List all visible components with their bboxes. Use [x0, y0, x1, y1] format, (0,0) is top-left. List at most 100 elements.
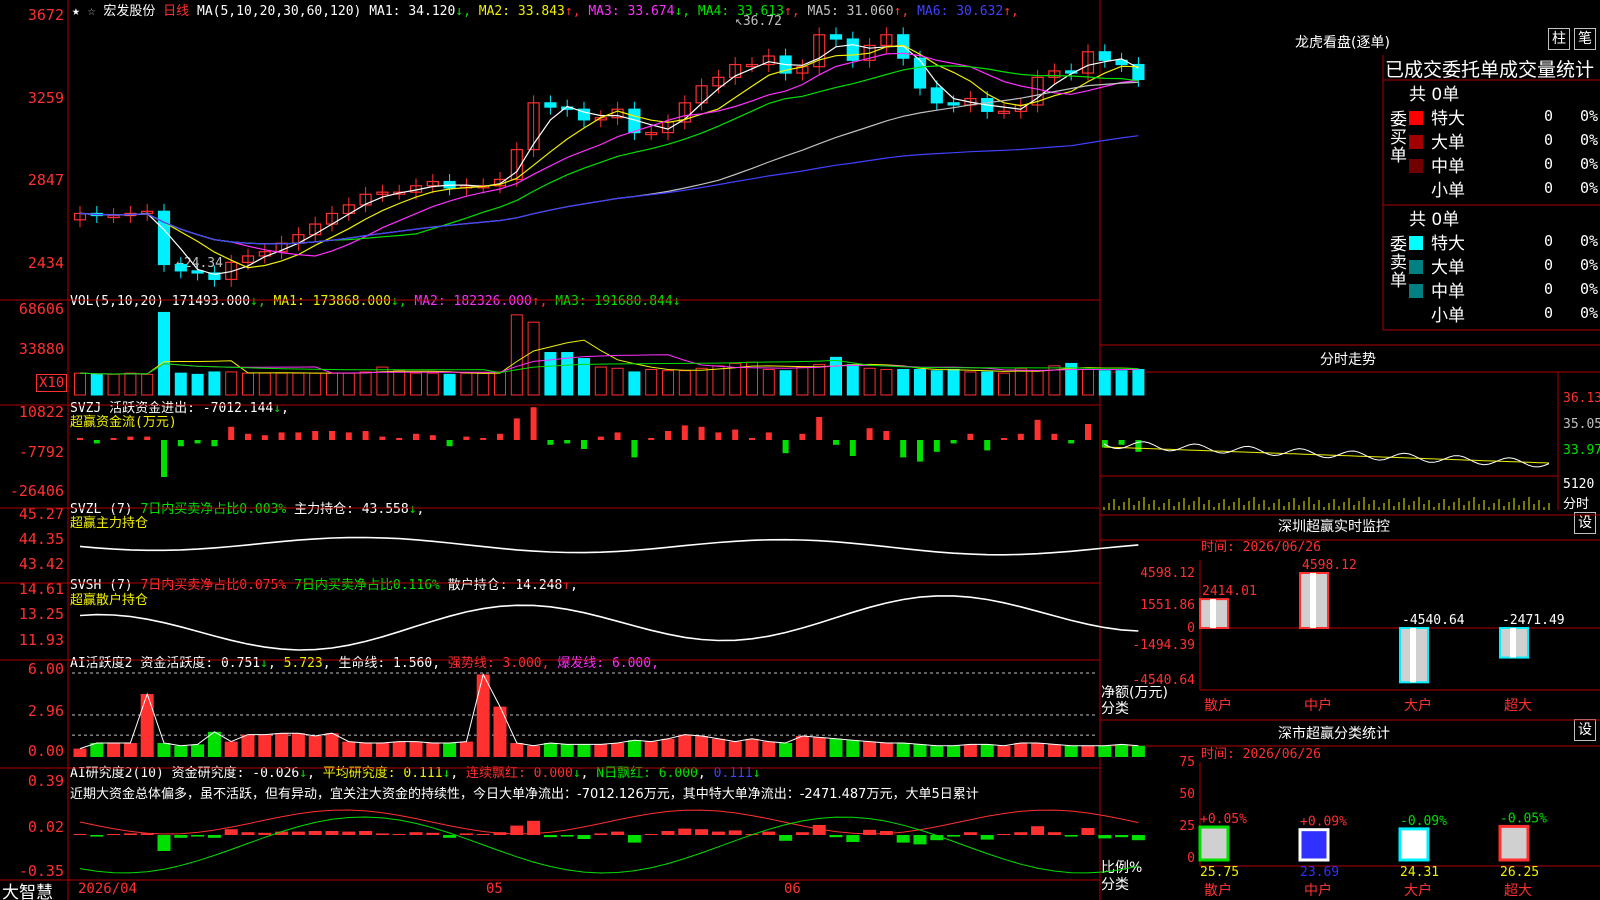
- activity-line: [79, 673, 1139, 750]
- activity-bar: [930, 745, 944, 757]
- activity-bar: [611, 743, 625, 757]
- activity-bar: [963, 744, 977, 757]
- flow-bar: [1051, 433, 1058, 440]
- research-bar: [90, 835, 104, 837]
- ratio-label: 24.31: [1400, 865, 1439, 880]
- volume-bar: [1014, 367, 1027, 396]
- class-ytick: 50: [1179, 787, 1195, 802]
- research-bar: [1064, 835, 1078, 837]
- activity-bar: [762, 741, 776, 757]
- activity-bar: [795, 736, 809, 757]
- ma-line: [79, 65, 1139, 245]
- activity-bar: [594, 744, 608, 757]
- volume-bar: [410, 372, 422, 396]
- research-bar: [224, 829, 238, 835]
- activity-bar: [107, 743, 121, 757]
- activity-bar: [661, 738, 675, 757]
- flow-bar: [732, 429, 739, 440]
- volume-bar: [309, 372, 322, 396]
- candle-body: [829, 34, 843, 40]
- flow-bar: [1034, 419, 1041, 440]
- activity-bar: [123, 743, 137, 757]
- flow-bar: [312, 431, 319, 440]
- activity-bar: [325, 733, 339, 757]
- flow-bar: [245, 433, 251, 440]
- research-bar: [829, 835, 843, 838]
- research-bar: [258, 832, 272, 835]
- volume-bar: [90, 373, 103, 396]
- volume-bar: [1082, 369, 1094, 396]
- research-line: [79, 809, 1139, 835]
- ratio-bar: [1198, 825, 1230, 862]
- activity-bar: [73, 748, 87, 757]
- monitor-ytick: 1551.86: [1140, 598, 1195, 613]
- flow-bar: [614, 432, 621, 440]
- activity-bar: [980, 744, 994, 757]
- candle-body: [1098, 51, 1111, 61]
- research-bar: [241, 832, 255, 835]
- research-bar: [695, 829, 709, 835]
- activity-bar: [846, 740, 860, 757]
- research-bar: [359, 831, 373, 835]
- activity-bar: [476, 674, 490, 757]
- volume-bar: [326, 372, 338, 396]
- vol-ma-line: [79, 339, 1139, 375]
- activity-bar: [140, 694, 154, 757]
- volume-bar: [342, 372, 355, 396]
- activity-bar: [157, 743, 171, 757]
- monitor-ytick: 4598.12: [1140, 566, 1195, 581]
- volume-bar: [174, 372, 187, 396]
- activity-bar: [342, 741, 356, 757]
- activity-bar: [1014, 743, 1028, 757]
- activity-bar: [745, 738, 759, 757]
- activity-bar: [779, 743, 793, 757]
- research-bar: [443, 835, 457, 838]
- flow-bar: [833, 440, 839, 445]
- net-flow-label: -2471.49: [1502, 613, 1565, 628]
- activity-bar: [459, 741, 473, 757]
- activity-bar: [1131, 745, 1145, 757]
- flow-bar: [900, 440, 907, 458]
- volume-bar: [191, 373, 204, 396]
- research-bar: [779, 835, 793, 841]
- flow-bar: [144, 436, 151, 440]
- ratio-bar: [1298, 828, 1330, 862]
- activity-bar: [560, 744, 574, 757]
- volume-bar: [494, 371, 506, 396]
- activity-bar: [644, 741, 658, 757]
- research-bar: [913, 835, 927, 845]
- category-label: 超大: [1504, 698, 1532, 714]
- volume-bar: [292, 372, 305, 396]
- flow-bar: [396, 438, 403, 440]
- candle-body: [544, 102, 557, 108]
- flow-bar: [698, 426, 705, 440]
- research-bar: [191, 835, 205, 837]
- activity-bar: [1098, 745, 1112, 757]
- volume-bar: [645, 369, 658, 396]
- volume-bar: [914, 369, 926, 396]
- volume-bar: [897, 369, 910, 396]
- research-bar: [1047, 832, 1061, 835]
- volume-bar: [107, 373, 120, 396]
- volume-bar: [880, 369, 893, 396]
- flow-bar: [984, 440, 991, 451]
- volume-bar: [746, 361, 758, 396]
- activity-bar: [947, 745, 961, 757]
- volume-bar: [998, 372, 1010, 396]
- activity-bar: [493, 706, 507, 757]
- activity-bar: [879, 743, 893, 757]
- chart-canvas[interactable]: 4598.12 1551.86 0 -1494.39 -4540.64 2414.01 散户…: [0, 0, 1600, 900]
- volume-bar: [712, 365, 725, 396]
- research-bar: [73, 834, 87, 835]
- candles-layer: [73, 27, 1145, 287]
- flow-bar: [849, 440, 856, 456]
- volume-bar: [527, 321, 540, 396]
- flow-bar: [665, 431, 671, 440]
- category-label: 大户: [1404, 697, 1432, 714]
- flow-bar: [631, 440, 638, 458]
- activity-bar: [711, 738, 725, 757]
- flow-bar: [883, 431, 890, 440]
- research-bar: [594, 833, 608, 835]
- ratio-change: +0.09%: [1300, 815, 1347, 830]
- volume-bar: [813, 364, 826, 396]
